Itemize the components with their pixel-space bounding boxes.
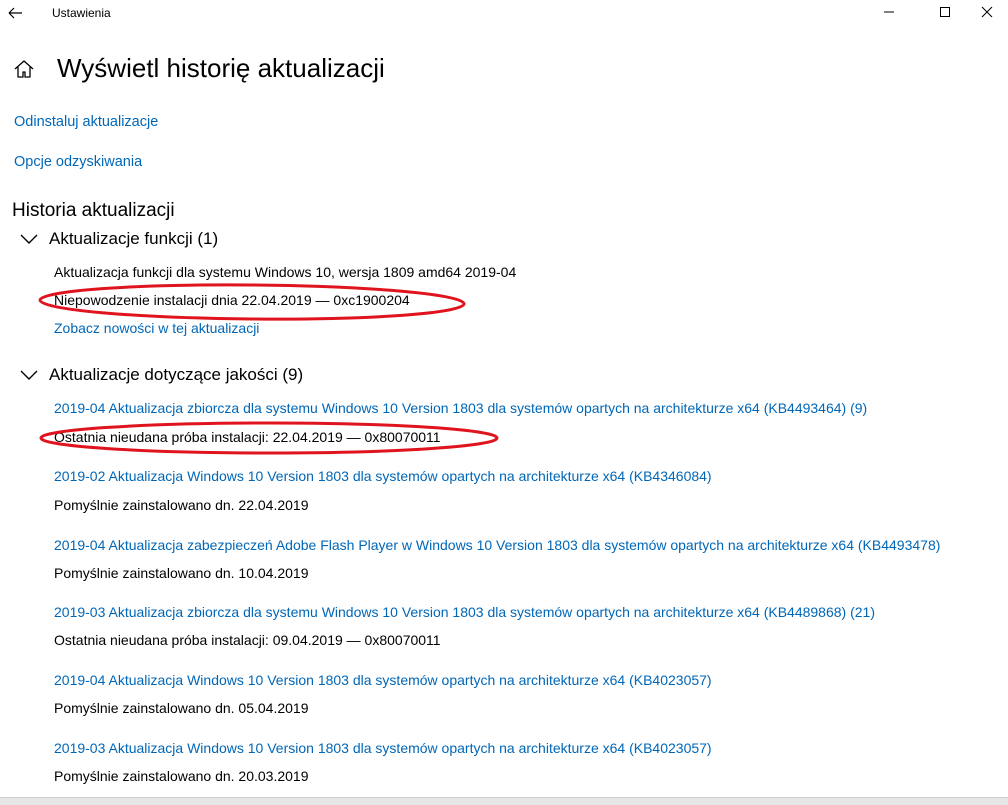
app-title: Ustawienia xyxy=(52,6,111,20)
quality-update-link[interactable]: 2019-03 Aktualizacja zbiorcza dla system… xyxy=(54,604,875,620)
back-button[interactable] xyxy=(6,3,26,23)
quality-update-status: Ostatnia nieudana próba instalacji: 09.0… xyxy=(54,632,441,648)
quality-update-status: Pomyślnie zainstalowano dn. 10.04.2019 xyxy=(54,565,309,581)
quality-updates-group-title: Aktualizacje dotyczące jakości (9) xyxy=(49,365,304,384)
title-bar: Ustawienia xyxy=(0,0,1008,26)
maximize-icon xyxy=(940,7,950,17)
back-arrow-icon xyxy=(8,7,22,19)
quality-update-status: Pomyślnie zainstalowano dn. 22.04.2019 xyxy=(54,497,309,513)
quality-update-link[interactable]: 2019-04 Aktualizacja Windows 10 Version … xyxy=(54,672,712,688)
quality-update-status: Pomyślnie zainstalowano dn. 05.04.2019 xyxy=(54,700,309,716)
maximize-button[interactable] xyxy=(922,0,968,24)
quality-update-link[interactable]: 2019-03 Aktualizacja Windows 10 Version … xyxy=(54,740,712,756)
chevron-down-icon xyxy=(20,370,38,380)
whats-new-link[interactable]: Zobacz nowości w tej aktualizacji xyxy=(54,320,259,336)
quality-update-status: Ostatnia nieudana próba instalacji: 22.0… xyxy=(54,429,441,445)
history-section-title: Historia aktualizacji xyxy=(12,200,175,221)
home-button[interactable] xyxy=(13,58,35,80)
quality-update-link[interactable]: 2019-04 Aktualizacja zabezpieczeń Adobe … xyxy=(54,537,940,553)
chevron-down-icon xyxy=(20,234,38,244)
quality-update-link[interactable]: 2019-04 Aktualizacja zbiorcza dla system… xyxy=(54,400,867,416)
quality-updates-group-header[interactable]: Aktualizacje dotyczące jakości (9) xyxy=(20,364,303,386)
quality-update-link[interactable]: 2019-02 Aktualizacja Windows 10 Version … xyxy=(54,468,712,484)
close-icon xyxy=(981,6,993,18)
feature-update-name: Aktualizacja funkcji dla systemu Windows… xyxy=(54,264,517,280)
close-button[interactable] xyxy=(964,0,1008,24)
quality-update-status: Pomyślnie zainstalowano dn. 20.03.2019 xyxy=(54,768,309,784)
minimize-button[interactable] xyxy=(866,0,912,24)
feature-updates-group-title: Aktualizacje funkcji (1) xyxy=(49,229,219,248)
feature-updates-group-header[interactable]: Aktualizacje funkcji (1) xyxy=(20,228,218,250)
home-icon xyxy=(14,60,34,78)
uninstall-updates-link[interactable]: Odinstaluj aktualizacje xyxy=(14,114,158,130)
feature-update-status: Niepowodzenie instalacji dnia 22.04.2019… xyxy=(54,292,410,308)
page-title: Wyświetl historię aktualizacji xyxy=(57,53,385,83)
minimize-icon xyxy=(884,11,894,13)
recovery-options-link[interactable]: Opcje odzyskiwania xyxy=(14,154,142,170)
